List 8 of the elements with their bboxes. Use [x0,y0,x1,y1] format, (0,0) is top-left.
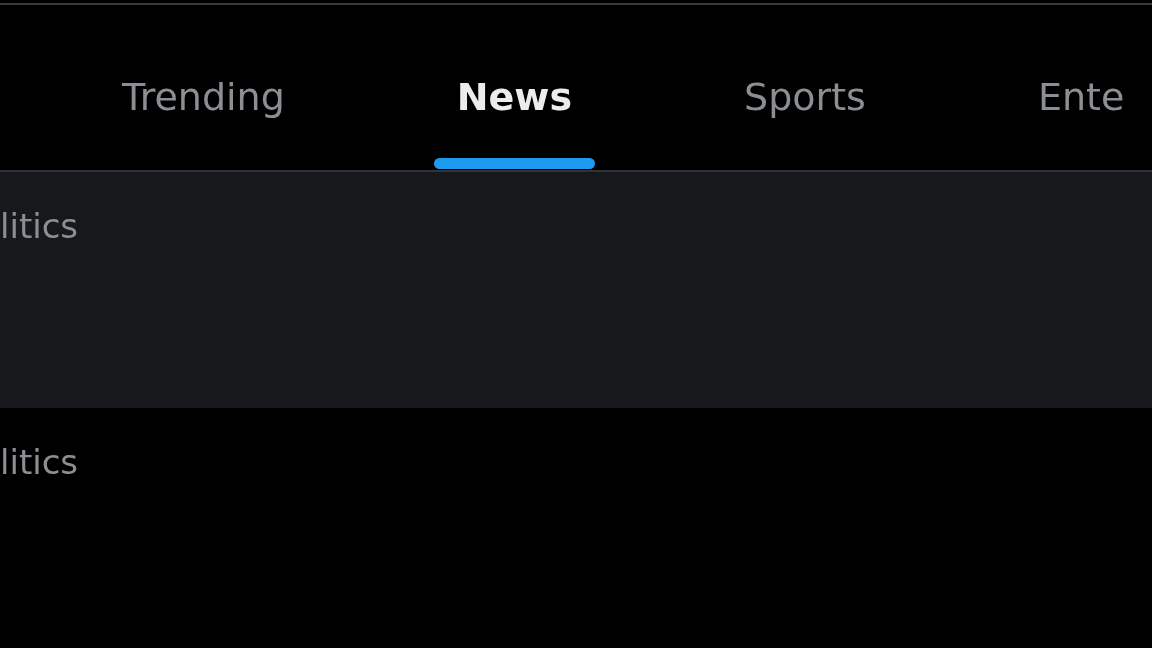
category-label: litics [0,206,79,246]
tab[interactable]: Sports [721,5,889,170]
tab[interactable]: Ente [1014,5,1148,170]
list-row[interactable]: litics [0,408,1152,644]
category-label: litics [0,442,79,482]
tab[interactable]: News [433,5,596,170]
tab[interactable]: Trending [99,5,308,170]
list-row[interactable]: litics [0,172,1152,408]
